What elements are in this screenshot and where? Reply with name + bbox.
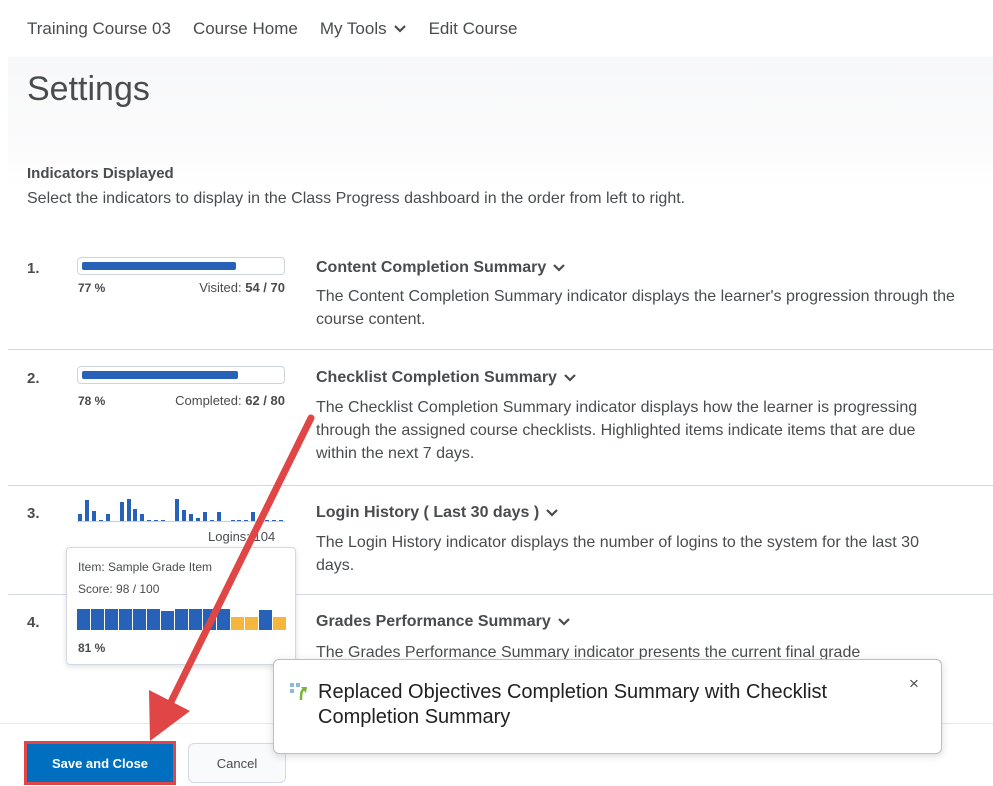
nav-course-title[interactable]: Training Course 03: [27, 19, 171, 39]
row-divider: [8, 349, 993, 350]
tooltip-score: Score: 98 / 100: [78, 582, 160, 596]
grade-bar: [77, 609, 90, 630]
logins-count: Logins: 104: [208, 529, 276, 544]
grade-bar: [231, 616, 244, 630]
close-icon[interactable]: ×: [904, 674, 924, 694]
progress-bar: [77, 366, 285, 384]
grade-bar: [147, 609, 160, 630]
login-history-baseline: [77, 521, 285, 522]
progress-stat-label: Visited:: [199, 280, 242, 295]
indicator-title: Login History ( Last 30 days ): [316, 504, 540, 521]
indicator-title-toggle[interactable]: Login History ( Last 30 days ): [316, 504, 559, 522]
chevron-down-icon: [393, 24, 406, 33]
grade-bar: [119, 609, 132, 630]
indicator-title: Content Completion Summary: [316, 259, 547, 276]
login-bar: [175, 499, 180, 522]
login-bar: [119, 501, 124, 522]
indicator-description: The Content Completion Summary indicator…: [316, 288, 955, 328]
indicator-description: The Login History indicator displays the…: [316, 534, 919, 574]
indicator-number: 2.: [27, 370, 40, 387]
grade-item-tooltip: Item: Sample Grade Item Score: 98 / 100 …: [66, 547, 296, 665]
indicator-title-toggle[interactable]: Content Completion Summary: [316, 259, 566, 277]
row-divider: [8, 485, 993, 486]
grade-bar: [133, 609, 146, 630]
grade-bar: [189, 609, 202, 630]
chevron-down-icon: [546, 509, 558, 517]
indicator-number: 1.: [27, 260, 40, 277]
nav-my-tools-label: My Tools: [319, 18, 387, 38]
nav-course-home[interactable]: Course Home: [193, 19, 298, 39]
progress-bar: [77, 257, 285, 275]
toast-message: Replaced Objectives Completion Summary w…: [318, 681, 828, 728]
indicator-number: 3.: [27, 505, 40, 522]
chevron-down-icon: [558, 618, 570, 626]
progress-percent: 77 %: [78, 281, 106, 295]
cancel-button[interactable]: Cancel: [188, 743, 286, 783]
indicator-title-toggle[interactable]: Grades Performance Summary: [316, 613, 571, 631]
grades-performance-bars: [77, 608, 287, 630]
section-heading: Indicators Displayed: [27, 165, 174, 182]
grade-bar: [161, 611, 174, 630]
progress-stat-label: Completed:: [175, 393, 242, 408]
grade-bar: [175, 609, 188, 630]
login-bar: [126, 499, 131, 522]
grade-bar: [91, 609, 104, 630]
progress-stat: Completed: 62 / 80: [175, 393, 285, 408]
grades-percent: 81 %: [78, 641, 106, 655]
nav-my-tools[interactable]: My Tools: [320, 19, 407, 39]
progress-stat-value: 54 / 70: [245, 280, 285, 295]
grade-bar: [259, 610, 272, 630]
indicator-title: Checklist Completion Summary: [316, 369, 557, 386]
progress-bar-fill: [82, 262, 236, 270]
login-bar: [84, 500, 89, 522]
indicator-number: 4.: [27, 614, 40, 631]
grade-bar: [105, 609, 118, 630]
progress-stat: Visited: 54 / 70: [199, 280, 285, 295]
page-title: Settings: [27, 70, 150, 108]
grade-bar: [203, 609, 216, 630]
section-description: Select the indicators to display in the …: [27, 190, 686, 207]
grade-bar: [273, 616, 286, 630]
chevron-down-icon: [553, 264, 566, 272]
tooltip-item: Item: Sample Grade Item: [78, 560, 213, 574]
progress-bar-fill: [82, 371, 238, 379]
grade-bar: [217, 609, 230, 630]
login-history-bars: [77, 496, 285, 522]
grade-bar: [245, 616, 258, 630]
progress-percent: 78 %: [78, 394, 106, 408]
swap-icon: [290, 683, 307, 701]
save-and-close-button[interactable]: Save and Close: [24, 741, 176, 785]
top-navbar: Training Course 03 Course Home My Tools …: [0, 0, 993, 57]
indicator-description: The Checklist Completion Summary indicat…: [316, 399, 918, 462]
notification-toast: Replaced Objectives Completion Summary w…: [273, 659, 942, 754]
indicator-title: Grades Performance Summary: [316, 613, 551, 630]
nav-edit-course[interactable]: Edit Course: [429, 19, 518, 39]
progress-stat-value: 62 / 80: [245, 393, 285, 408]
chevron-down-icon: [564, 374, 576, 382]
indicator-title-toggle[interactable]: Checklist Completion Summary: [316, 369, 577, 387]
